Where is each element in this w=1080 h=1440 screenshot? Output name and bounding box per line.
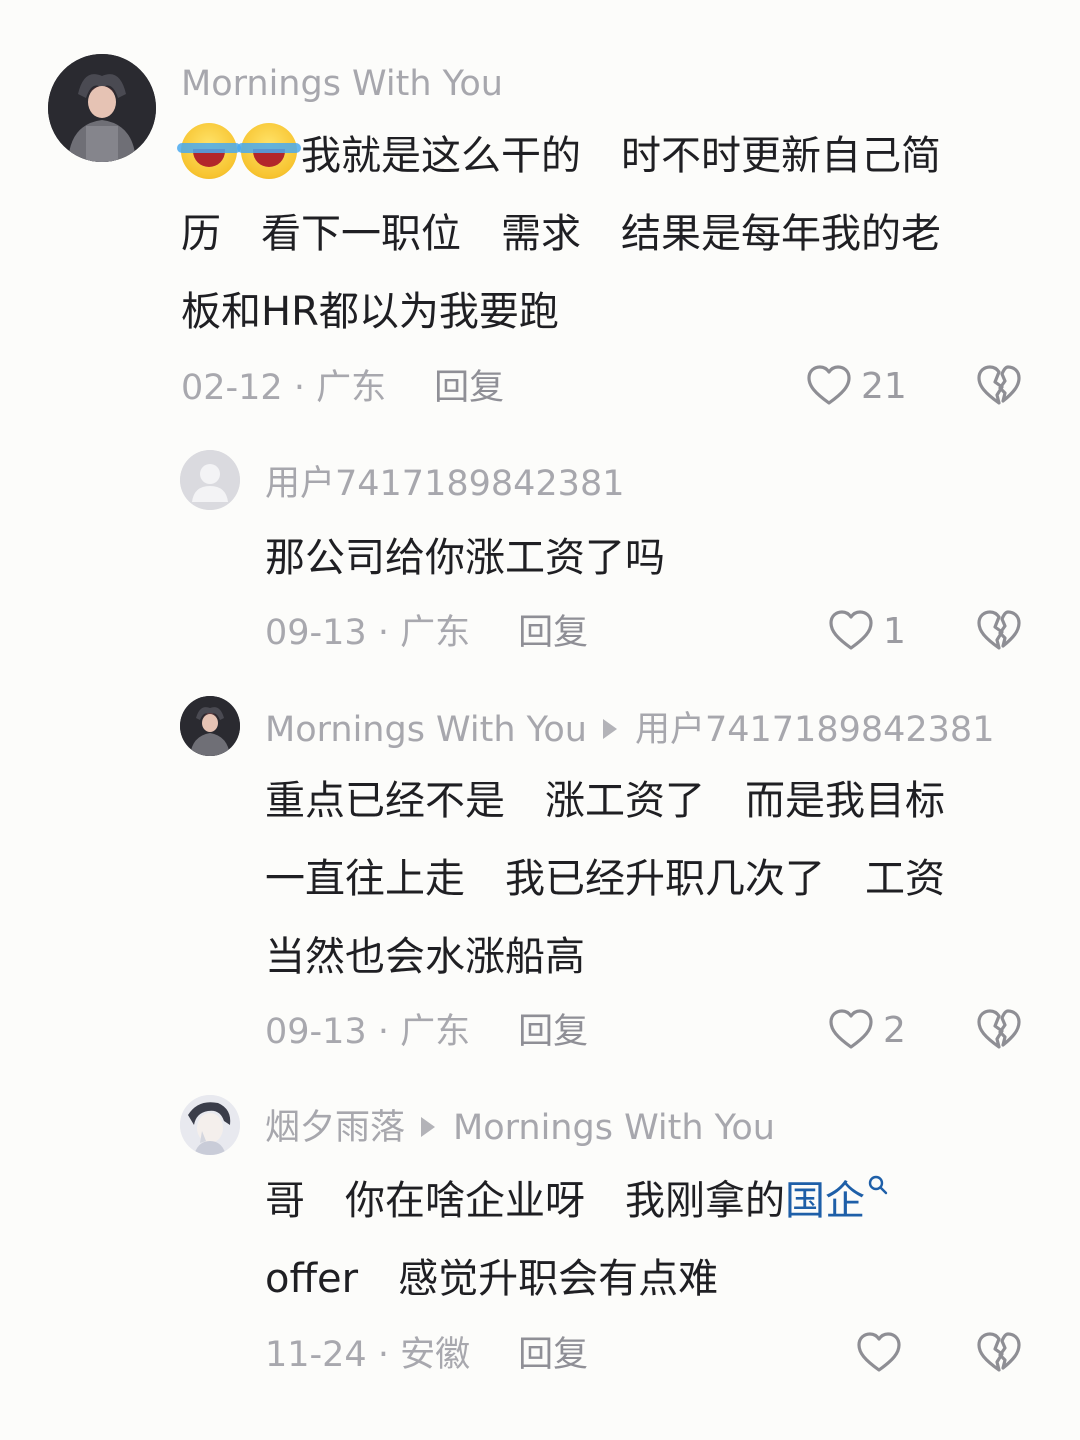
comment-username[interactable]: Mornings With You	[181, 62, 503, 106]
meta-separator: ·	[282, 368, 317, 408]
comment-line: 当然也会水涨船高	[265, 934, 585, 980]
comment-line: 重点已经不是 涨工资了 而是我目标	[265, 778, 945, 824]
reply-button[interactable]: 回复	[518, 613, 588, 653]
comment-meta: 09-13 · 广东 回复	[265, 611, 588, 655]
comment-username: 烟夕雨落 Mornings With You	[265, 1106, 775, 1150]
comment-text: 哥 你在啥企业呀 我刚拿的	[265, 1178, 785, 1224]
like-count: 1	[883, 610, 906, 652]
reply-button[interactable]: 回复	[518, 1012, 588, 1052]
heart-icon	[807, 365, 851, 405]
meta-separator: ·	[366, 1012, 401, 1052]
comment-body: 我就是这么干的 时不时更新自己简 历 看下一职位 需求 结果是每年我的老 板和H…	[177, 117, 941, 351]
broken-heart-icon[interactable]	[975, 1006, 1023, 1054]
meta-separator: ·	[366, 613, 401, 653]
avatar-photo	[48, 54, 156, 162]
default-user-icon	[180, 450, 240, 510]
avatar[interactable]	[180, 696, 240, 756]
comment-body: 重点已经不是 涨工资了 而是我目标 一直往上走 我已经升职几次了 工资 当然也会…	[265, 762, 945, 996]
like-button[interactable]	[855, 1329, 911, 1377]
comment-text: 我就是这么干的 时不时更新自己简	[301, 133, 941, 179]
comment-body: 哥 你在啥企业呀 我刚拿的国企 offer 感觉升职会有点难	[265, 1162, 889, 1318]
search-link[interactable]: 国企	[785, 1175, 889, 1224]
meta-separator: ·	[366, 1335, 401, 1375]
like-button[interactable]: 1	[827, 607, 906, 655]
comment-meta: 09-13 · 广东 回复	[265, 1010, 588, 1054]
search-link-text: 国企	[785, 1178, 865, 1224]
comment-line: 一直往上走 我已经升职几次了 工资	[265, 856, 945, 902]
like-button[interactable]: 2	[827, 1006, 906, 1054]
reply-arrow-icon	[602, 719, 617, 739]
comment-body: 那公司给你涨工资了吗	[265, 519, 665, 597]
comment-line: 历 看下一职位 需求 结果是每年我的老	[181, 211, 941, 257]
avatar[interactable]	[48, 54, 156, 162]
comment-username[interactable]: 用户7417189842381	[265, 462, 625, 506]
reply-button[interactable]: 回复	[434, 368, 504, 408]
comment-location: 广东	[400, 1012, 471, 1052]
reply-target[interactable]: Mornings With You	[453, 1108, 775, 1148]
like-button[interactable]: 21	[805, 362, 907, 410]
comment-date: 11-24	[265, 1335, 367, 1375]
comment-date: 09-13	[265, 613, 367, 653]
tears-of-joy-icon	[177, 123, 241, 179]
avatar-photo	[180, 696, 240, 756]
comment-location: 安徽	[400, 1335, 471, 1375]
reply-author[interactable]: 烟夕雨落	[265, 1108, 405, 1148]
comment-meta: 11-24 · 安徽 回复	[265, 1333, 588, 1377]
comment-date: 09-13	[265, 1012, 367, 1052]
heart-icon	[857, 1332, 901, 1372]
comment-line: offer 感觉升职会有点难	[265, 1256, 719, 1302]
comment-meta: 02-12 · 广东 回复	[181, 366, 504, 410]
avatar[interactable]	[180, 1095, 240, 1155]
comment-line: 那公司给你涨工资了吗	[265, 535, 665, 581]
like-count: 2	[883, 1009, 906, 1051]
reply-target[interactable]: 用户7417189842381	[635, 710, 995, 750]
reply-arrow-icon	[421, 1117, 436, 1137]
comment-line: 板和HR都以为我要跑	[181, 289, 559, 335]
heart-icon	[829, 1009, 873, 1049]
comment-username: Mornings With You 用户7417189842381	[265, 708, 994, 752]
comment-location: 广东	[400, 613, 471, 653]
broken-heart-icon[interactable]	[975, 607, 1023, 655]
broken-heart-icon[interactable]	[975, 1329, 1023, 1377]
reply-button[interactable]: 回复	[518, 1335, 588, 1375]
comment-date: 02-12	[181, 368, 283, 408]
comment-thread: Mornings With You 我就是这么干的 时不时更新自己简 历 看下一…	[0, 0, 1080, 1440]
avatar[interactable]	[180, 450, 240, 510]
search-icon	[868, 1175, 888, 1195]
tears-of-joy-icon	[237, 123, 301, 179]
avatar-photo	[180, 1095, 240, 1155]
comment-line: 我就是这么干的 时不时更新自己简	[177, 117, 941, 195]
like-count: 21	[861, 365, 907, 407]
comment-location: 广东	[316, 368, 387, 408]
broken-heart-icon[interactable]	[975, 362, 1023, 410]
reply-author[interactable]: Mornings With You	[265, 710, 587, 750]
heart-icon	[829, 610, 873, 650]
comment-line: 哥 你在啥企业呀 我刚拿的国企	[265, 1162, 889, 1240]
